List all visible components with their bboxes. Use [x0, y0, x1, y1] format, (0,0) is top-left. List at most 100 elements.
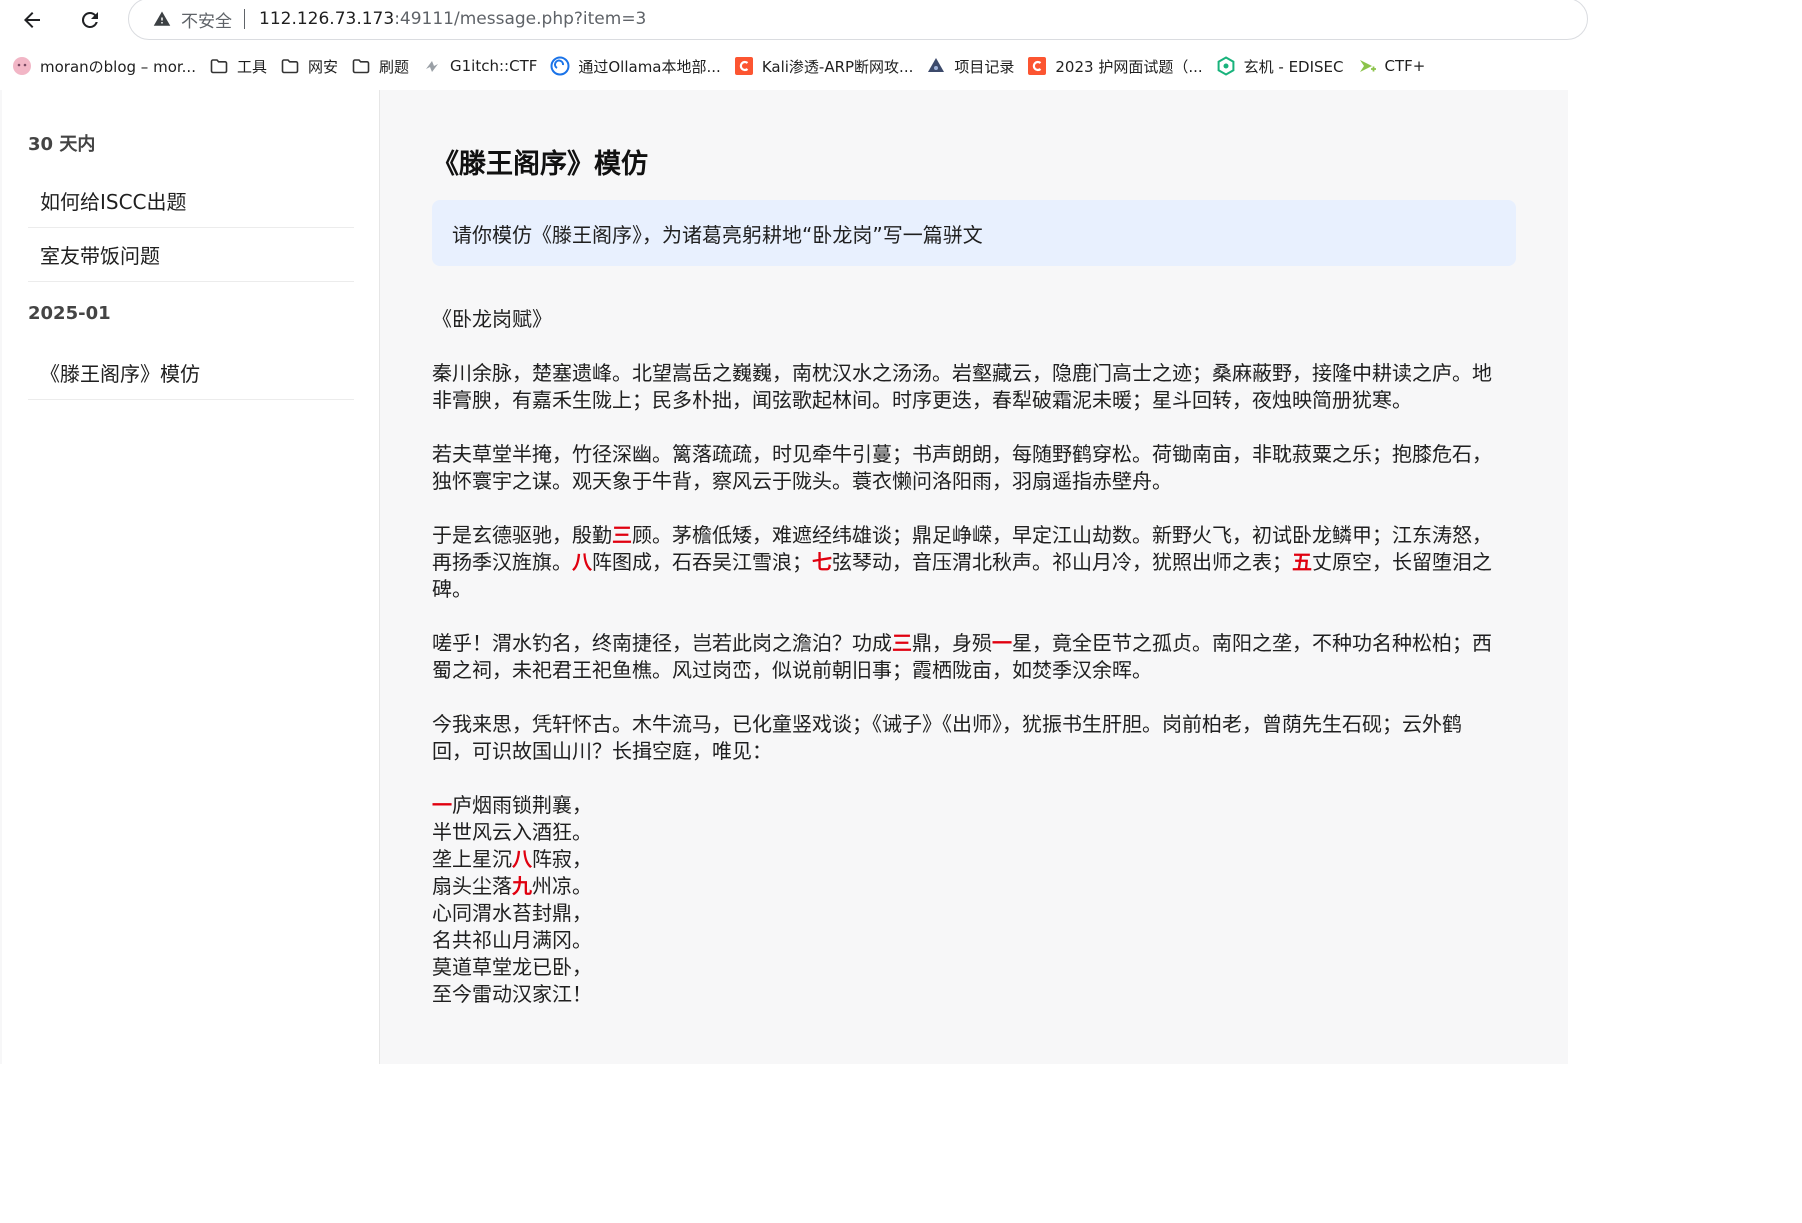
folder-icon [351, 56, 371, 76]
conversation-title: 《滕王阁序》模仿 [432, 149, 648, 180]
highlighted-numeral: 八 [572, 550, 592, 574]
reload-icon [81, 11, 98, 28]
bookmark-label: G1itch::CTF [450, 57, 538, 75]
bookmark-item[interactable]: 通过Ollama本地部... [548, 51, 731, 81]
bookmark-label: 项目记录 [954, 57, 1015, 76]
chat-page: 30 天内 如何给ISCC出题 室友带饭问题 2025-01 《滕王阁序》模仿 … [0, 90, 1568, 1064]
history-group-label: 2025-01 [28, 303, 111, 324]
bookmark-item[interactable]: 项目记录 [924, 51, 1025, 81]
answer-text: 莫道草堂龙已卧， [432, 955, 592, 979]
answer-text: 垄上星沉 [432, 847, 512, 871]
highlighted-numeral: 三 [892, 631, 912, 655]
url-path: :49111/message.php?item=3 [394, 9, 647, 29]
answer-text: 名共祁山月满冈。 [432, 928, 592, 952]
history-item-label: 《滕王阁序》模仿 [40, 362, 200, 386]
highlighted-numeral: 五 [1292, 550, 1312, 574]
poem-line: 一庐烟雨锁荆襄， [432, 792, 1492, 819]
bookmark-item[interactable]: 网安 [278, 51, 349, 81]
bookmark-item[interactable]: 2023 护网面试题（... [1025, 51, 1213, 81]
answer-text: 若夫草堂半掩，竹径深幽。篱落疏疏，时见牵牛引蔓；书声朗朗，每随野鹤穿松。荷锄南亩… [432, 442, 1492, 493]
answer-text: 秦川余脉，楚塞遗峰。北望嵩岳之巍巍，南枕汉水之汤汤。岩壑藏云，隐鹿门高士之迹；桑… [432, 361, 1492, 412]
bookmark-item[interactable]: G1itch::CTF [420, 51, 548, 81]
ctfplus-site-icon [1357, 56, 1377, 76]
answer-text: 庐烟雨锁荆襄， [452, 793, 592, 817]
csdn-icon [734, 56, 754, 76]
poem-line: 名共祁山月满冈。 [432, 927, 1492, 954]
highlighted-numeral: 八 [512, 847, 532, 871]
highlighted-numeral: 一 [432, 793, 452, 817]
highlighted-numeral: 三 [612, 523, 632, 547]
answer-text: 于是玄德驱驰，殷勤 [432, 523, 612, 547]
history-sidebar: 30 天内 如何给ISCC出题 室友带饭问题 2025-01 《滕王阁序》模仿 [2, 90, 380, 1064]
answer-text: 嗟乎！渭水钓名，终南捷径，岂若此岗之澹泊？功成 [432, 631, 892, 655]
bookmark-label: Kali渗透-ARP断网攻... [761, 57, 914, 76]
conversation-panel: 《滕王阁序》模仿 请你模仿《滕王阁序》，为诸葛亮躬耕地“卧龙岗”写一篇骈文 《卧… [432, 90, 1532, 1064]
project-site-icon [926, 56, 946, 76]
history-item-active[interactable]: 《滕王阁序》模仿 [28, 346, 354, 400]
bookmark-label: 刷题 [379, 57, 410, 76]
answer-paragraph: 秦川余脉，楚塞遗峰。北望嵩岳之巍巍，南枕汉水之汤汤。岩壑藏云，隐鹿门高士之迹；桑… [432, 360, 1492, 414]
arrow-left-icon [24, 12, 40, 28]
bookmark-label: 网安 [307, 57, 338, 76]
poem-line: 垄上星沉八阵寂， [432, 846, 1492, 873]
poem-line: 半世风云入酒狂。 [432, 819, 1492, 846]
answer-paragraph: 若夫草堂半掩，竹径深幽。篱落疏疏，时见牵牛引蔓；书声朗朗，每随野鹤穿松。荷锄南亩… [432, 441, 1492, 495]
history-item-label: 如何给ISCC出题 [40, 190, 187, 214]
security-label[interactable]: 不安全 [181, 7, 232, 32]
anime-avatar-icon [12, 56, 32, 76]
history-item[interactable]: 室友带饭问题 [28, 228, 354, 282]
answer-text: 鼎，身殒 [912, 631, 992, 655]
ollama-site-icon [550, 56, 570, 76]
back-button[interactable] [14, 2, 50, 38]
history-item-label: 室友带饭问题 [40, 244, 160, 268]
reload-button[interactable] [72, 2, 108, 38]
answer-paragraphs: 秦川余脉，楚塞遗峰。北望嵩岳之巍巍，南枕汉水之汤汤。岩壑藏云，隐鹿门高士之迹；桑… [432, 360, 1492, 765]
bookmark-label: CTF+ [1384, 57, 1426, 75]
bookmark-item[interactable]: 刷题 [349, 51, 420, 81]
answer-text: 至今雷动汉家江！ [432, 982, 592, 1006]
answer-text: 扇头尘落 [432, 874, 512, 898]
assistant-answer: 《卧龙岗赋》 秦川余脉，楚塞遗峰。北望嵩岳之巍巍，南枕汉水之汤汤。岩壑藏云，隐鹿… [432, 306, 1492, 1008]
bookmark-item[interactable]: 工具 [207, 51, 278, 81]
answer-poem: 一庐烟雨锁荆襄， 半世风云入酒狂。 垄上星沉八阵寂， 扇头尘落九州凉。 心同渭水苔封鼎，… [432, 792, 1492, 1008]
bookmark-item[interactable]: 玄机 - EDISEC [1214, 51, 1355, 81]
folder-icon [209, 56, 229, 76]
url-host: 112.126.73.173 [259, 9, 395, 29]
bookmark-label: 通过Ollama本地部... [578, 57, 721, 76]
poem-line: 心同渭水苔封鼎， [432, 900, 1492, 927]
browser-toolbar: 不安全 112.126.73.173:49111/message.php?ite… [0, 0, 1588, 40]
user-message-bubble: 请你模仿《滕王阁序》，为诸葛亮躬耕地“卧龙岗”写一篇骈文 [432, 200, 1516, 266]
bookmark-item[interactable]: Kali渗透-ARP断网攻... [732, 51, 925, 81]
history-group-label: 30 天内 [28, 134, 96, 155]
hexagon-site-icon [1216, 56, 1236, 76]
answer-paragraph: 于是玄德驱驰，殷勤三顾。茅檐低矮，难遮经纬雄谈；鼎足峥嵘，早定江山劫数。新野火飞… [432, 522, 1492, 603]
answer-text: 半世风云入酒狂。 [432, 820, 592, 844]
poem-line: 扇头尘落九州凉。 [432, 873, 1492, 900]
answer-paragraph: 今我来思，凭轩怀古。木牛流马，已化童竖戏谈；《诫子》《出师》，犹振书生肝胆。岗前… [432, 711, 1492, 765]
user-message-text: 请你模仿《滕王阁序》，为诸葛亮躬耕地“卧龙岗”写一篇骈文 [452, 222, 983, 247]
answer-paragraph: 嗟乎！渭水钓名，终南捷径，岂若此岗之澹泊？功成三鼎，身殒一星，竟全臣节之孤贞。南… [432, 630, 1492, 684]
glitch-site-icon [422, 56, 442, 76]
highlighted-numeral: 一 [992, 631, 1012, 655]
answer-text: 阵寂， [532, 847, 592, 871]
history-item[interactable]: 如何给ISCC出题 [28, 174, 354, 228]
bookmarks-bar: moranのblog – mor... 工具 网安 刷题 G1itch::CTF 通过Ol… [0, 48, 1568, 84]
poem-line: 莫道草堂龙已卧， [432, 954, 1492, 981]
bookmark-item[interactable]: moranのblog – mor... [10, 51, 207, 81]
answer-title: 《卧龙岗赋》 [432, 307, 552, 331]
bookmark-item[interactable]: CTF+ [1355, 51, 1437, 81]
bookmark-label: 工具 [236, 57, 267, 76]
poem-line: 至今雷动汉家江！ [432, 981, 1492, 1008]
warning-icon [153, 10, 171, 28]
answer-text: 今我来思，凭轩怀古。木牛流马，已化童竖戏谈；《诫子》《出师》，犹振书生肝胆。岗前… [432, 712, 1462, 763]
address-bar[interactable]: 不安全 112.126.73.173:49111/message.php?ite… [128, 0, 1588, 40]
bookmark-label: moranのblog – mor... [40, 57, 196, 76]
bookmark-label: 2023 护网面试题（... [1055, 57, 1203, 76]
url-separator [244, 9, 245, 29]
answer-text: 弦琴动，音压渭北秋声。祁山月冷，犹照出师之表； [832, 550, 1292, 574]
answer-text: 阵图成，石吞吴江雪浪； [592, 550, 812, 574]
folder-icon [280, 56, 300, 76]
highlighted-numeral: 九 [512, 874, 532, 898]
highlighted-numeral: 七 [812, 550, 832, 574]
bookmark-label: 玄机 - EDISEC [1243, 57, 1344, 76]
